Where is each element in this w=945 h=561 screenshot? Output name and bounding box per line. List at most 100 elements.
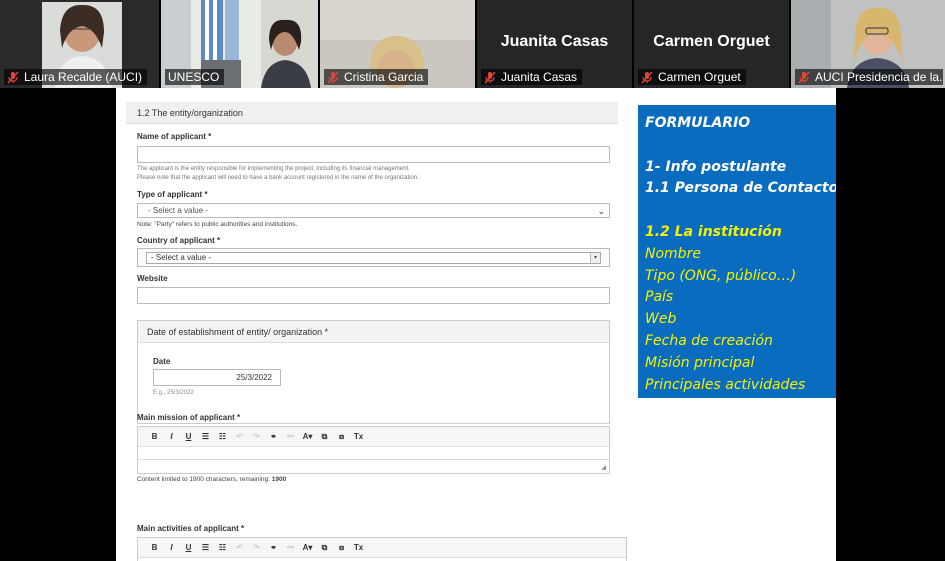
panel-spacer — [645, 135, 836, 157]
country-of-applicant-select[interactable]: - Select a value - ▾ — [137, 248, 610, 267]
main-mission-label: Main mission of applicant * — [137, 413, 241, 422]
date-input[interactable]: 25/3/2022 — [153, 369, 281, 386]
chevron-down-icon: ⌄ — [597, 206, 605, 216]
panel-item: Web — [645, 311, 677, 328]
font-color-button[interactable]: A▾ — [299, 432, 316, 441]
mic-muted-icon — [798, 70, 810, 84]
link-icon[interactable]: ⚭ — [265, 432, 282, 441]
numbered-list-icon[interactable]: ☷ — [214, 432, 231, 441]
establishment-legend: Date of establishment of entity/ organiz… — [138, 321, 609, 343]
panel-item: Principales actividades — [645, 376, 806, 393]
section-title: 1.2 The entity/organization — [126, 102, 618, 124]
participant-name: Laura Recalde (AUCI) — [24, 70, 143, 84]
panel-spacer — [645, 200, 836, 222]
participant-nameplate: Laura Recalde (AUCI) — [4, 69, 148, 85]
mic-muted-icon — [7, 70, 19, 84]
participant-name: Juanita Casas — [501, 70, 578, 84]
video-call-window: Laura Recalde (AUCI) UNESCO Cristina Gar… — [0, 0, 945, 561]
paste-icon[interactable]: ⧉ — [316, 432, 333, 442]
panel-item: País — [645, 289, 674, 306]
bold-button[interactable]: B — [146, 543, 163, 552]
paste-text-icon[interactable]: ⧈ — [333, 543, 350, 553]
date-label: Date — [153, 357, 171, 366]
participant-tile-cristina-garcia[interactable]: Cristina Garcia — [320, 0, 475, 88]
participant-tile-carmen-orguet[interactable]: Carmen Orguet Carmen Orguet — [634, 0, 789, 88]
participant-strip: Laura Recalde (AUCI) UNESCO Cristina Gar… — [0, 0, 945, 88]
participant-nameplate: Juanita Casas — [481, 69, 583, 85]
participant-tile-juanita-casas[interactable]: Juanita Casas Juanita Casas — [477, 0, 632, 88]
name-help-1: The applicant is the entity responsible … — [137, 166, 410, 172]
italic-button[interactable]: I — [163, 543, 180, 552]
type-of-applicant-select[interactable]: - Select a value - ⌄ — [137, 203, 610, 218]
unlink-icon[interactable]: ⚯ — [282, 432, 299, 441]
application-form: 1.2 The entity/organization Name of appl… — [126, 102, 627, 561]
paste-icon[interactable]: ⧉ — [316, 543, 333, 553]
panel-item: 1.1 Persona de Contacto — [645, 180, 836, 197]
participant-nameplate: Cristina Garcia — [324, 69, 429, 85]
editor-divider — [138, 459, 609, 460]
website-input[interactable] — [137, 287, 610, 304]
participant-name: UNESCO — [168, 70, 220, 84]
panel-heading: FORMULARIO — [645, 115, 751, 131]
country-selected-value: - Select a value - — [151, 253, 212, 262]
website-label: Website — [137, 274, 168, 283]
underline-button[interactable]: U — [180, 432, 197, 441]
type-of-applicant-label: Type of applicant * — [137, 190, 208, 199]
main-activities-label: Main activities of applicant * — [137, 524, 245, 533]
name-of-applicant-input[interactable] — [137, 146, 610, 163]
remove-format-icon[interactable]: Tx — [350, 543, 367, 552]
redo-icon[interactable]: ↷ — [248, 432, 265, 441]
paste-text-icon[interactable]: ⧈ — [333, 432, 350, 442]
participant-name: Cristina Garcia — [344, 70, 424, 84]
date-help: E.g., 25/3/2022 — [153, 390, 194, 396]
mic-muted-icon — [327, 70, 339, 84]
bold-button[interactable]: B — [146, 432, 163, 441]
name-of-applicant-label: Name of applicant * — [137, 132, 212, 141]
link-icon[interactable]: ⚭ — [265, 543, 282, 552]
panel-item-highlight: 1.2 La institución — [645, 223, 782, 240]
undo-icon[interactable]: ↶ — [231, 543, 248, 552]
participant-nameplate: Carmen Orguet — [638, 69, 746, 85]
participant-display-name: Juanita Casas — [500, 33, 609, 50]
bulleted-list-icon[interactable]: ☰ — [197, 543, 214, 552]
establishment-date-fieldset: Date of establishment of entity/ organiz… — [137, 320, 610, 424]
redo-icon[interactable]: ↷ — [248, 543, 265, 552]
mic-muted-icon — [641, 70, 653, 84]
formulario-panel: FORMULARIO 1- Info postulante 1.1 Person… — [638, 105, 836, 398]
country-select-inner: - Select a value - ▾ — [146, 252, 601, 264]
font-color-button[interactable]: A▾ — [299, 543, 316, 552]
italic-button[interactable]: I — [163, 432, 180, 441]
name-help-2: Please note that the applicant will need… — [137, 175, 419, 181]
numbered-list-icon[interactable]: ☷ — [214, 543, 231, 552]
panel-item: Nombre — [645, 245, 701, 262]
panel-item: Tipo (ONG, público…) — [645, 267, 797, 284]
panel-item: 1- Info postulante — [645, 158, 787, 175]
main-activities-editor[interactable]: B I U ☰ ☷ ↶ ↷ ⚭ ⚯ A▾ ⧉ ⧈ Tx — [137, 537, 627, 561]
remove-format-icon[interactable]: Tx — [350, 432, 367, 441]
underline-button[interactable]: U — [180, 543, 197, 552]
unlink-icon[interactable]: ⚯ — [282, 543, 299, 552]
participant-tile-laura-recalde[interactable]: Laura Recalde (AUCI) — [0, 0, 159, 88]
type-note: Note: "Party" refers to public authoriti… — [137, 221, 298, 228]
mission-char-limit: Content limited to 1900 characters, rema… — [137, 476, 287, 483]
bulleted-list-icon[interactable]: ☰ — [197, 432, 214, 441]
participant-display-name: Carmen Orguet — [653, 33, 770, 50]
participant-nameplate: AUCI Presidencia de la... — [795, 69, 943, 85]
participant-nameplate: UNESCO — [165, 69, 225, 85]
panel-item: Fecha de creación — [645, 332, 773, 349]
main-mission-editor[interactable]: B I U ☰ ☷ ↶ ↷ ⚭ ⚯ A▾ ⧉ ⧈ Tx ◢ — [137, 426, 610, 474]
type-selected-value: - Select a value - — [148, 206, 209, 215]
resize-handle-icon[interactable]: ◢ — [601, 464, 606, 471]
editor-toolbar: B I U ☰ ☷ ↶ ↷ ⚭ ⚯ A▾ ⧉ ⧈ Tx — [138, 427, 609, 447]
participant-name: AUCI Presidencia de la... — [815, 70, 943, 84]
country-of-applicant-label: Country of applicant * — [137, 236, 221, 245]
participant-tile-unesco[interactable]: UNESCO — [161, 0, 318, 88]
participant-tile-auci-presidencia[interactable]: AUCI Presidencia de la... — [791, 0, 945, 88]
shared-screen: 1.2 The entity/organization Name of appl… — [116, 88, 836, 561]
editor-toolbar: B I U ☰ ☷ ↶ ↷ ⚭ ⚯ A▾ ⧉ ⧈ Tx — [138, 538, 626, 558]
participant-name: Carmen Orguet — [658, 70, 741, 84]
dropdown-arrow-icon: ▾ — [590, 253, 600, 263]
undo-icon[interactable]: ↶ — [231, 432, 248, 441]
panel-item: Misión principal — [645, 354, 755, 371]
mic-muted-icon — [484, 70, 496, 84]
